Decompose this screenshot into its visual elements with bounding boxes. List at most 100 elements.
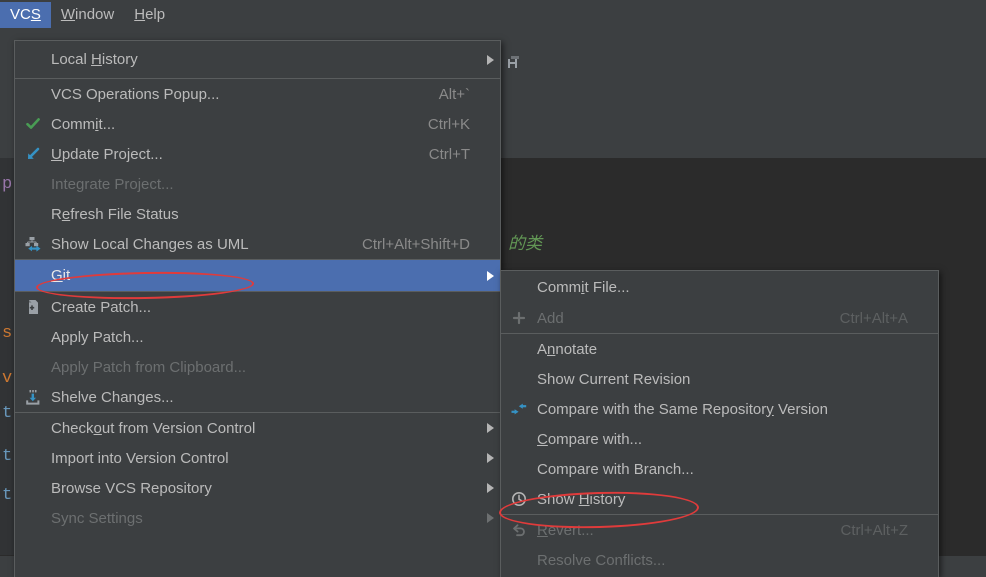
item-icon-slot [15,41,51,78]
menu-item-label: Add [537,309,564,327]
menu-item-commit[interactable]: Commit... Ctrl+K [15,109,500,139]
chevron-right-icon [480,270,500,281]
vcs-dropdown-menu[interactable]: Local History VCS Operations Popup... Al… [14,40,501,577]
menu-item-label: Show History [537,490,626,508]
chevron-right-icon [480,483,500,493]
menu-item-sync-settings: Sync Settings [15,503,500,533]
menubar-item-vcs[interactable]: VCS [0,2,51,28]
code-fragment: s [2,324,13,343]
menu-item-label: Show Current Revision [537,370,691,388]
item-icon-slot [15,322,51,352]
menu-item-accelerator: Ctrl+Alt+Z [840,521,908,539]
chevron-right-icon [480,423,500,433]
menu-item-git[interactable]: Git [15,260,500,291]
menu-item-label: Commit File... [537,278,630,296]
menu-item-accelerator: Ctrl+K [427,115,470,133]
menu-item-label: Commit... [51,115,116,133]
item-icon-slot [15,292,51,322]
menu-item-apply-patch[interactable]: Apply Patch... [15,322,500,352]
menu-item-local-history[interactable]: Local History [15,41,500,78]
menu-item-label: Compare with Branch... [537,460,694,478]
item-icon-slot [15,413,51,443]
menu-item-create-patch[interactable]: Create Patch... [15,292,500,322]
green-check-icon [26,118,40,129]
chevron-right-icon [480,453,500,463]
uml-diagram-icon [25,237,41,252]
menu-item-label: Refresh File Status [51,205,179,223]
menu-item-import-into-version-control[interactable]: Import into Version Control [15,443,500,473]
menu-item-label: Revert... [537,521,594,539]
clock-history-icon [512,492,526,506]
menu-item-shelve-changes[interactable]: Shelve Changes... [15,382,500,412]
item-icon-slot [15,79,51,109]
menu-item-label: Apply Patch from Clipboard... [51,358,247,376]
menubar-item-help[interactable]: Help [124,2,175,28]
menu-item-label: VCS Operations Popup... [51,85,220,103]
menu-item-vcs-operations-popup[interactable]: VCS Operations Popup... Alt+` [15,79,500,109]
menubar-item-window[interactable]: Window [51,2,124,28]
compare-repo-icon [511,403,527,415]
code-fragment: 的类 [508,236,542,255]
code-fragment: p [2,175,13,194]
submenu-item-show-history[interactable]: Show History [501,484,938,514]
submenu-item-resolve-conflicts: Resolve Conflicts... [501,545,938,575]
item-icon-slot [501,271,537,303]
chevron-right-icon [480,513,500,523]
item-icon-slot [15,473,51,503]
code-fragment: t [2,486,13,505]
menu-item-label: Local History [51,51,138,68]
git-submenu[interactable]: Commit File... Add Ctrl+Alt+A Annotate S… [500,270,939,577]
menu-item-refresh-file-status[interactable]: Refresh File Status [15,199,500,229]
editor-gutter [0,158,14,577]
item-icon-slot [501,303,537,333]
menu-item-browse-vcs-repository[interactable]: Browse VCS Repository [15,473,500,503]
item-icon-slot [15,382,51,412]
submenu-item-compare-with-branch[interactable]: Compare with Branch... [501,454,938,484]
menu-item-accelerator: Ctrl+Alt+Shift+D [362,235,470,253]
menu-bar: VCS Window Help [0,0,986,30]
chevron-right-icon [480,54,500,65]
menu-item-label: Resolve Conflicts... [537,551,666,569]
item-icon-slot [501,424,537,454]
menu-item-accelerator: Ctrl+T [428,145,470,163]
item-icon-slot [501,364,537,394]
menu-item-label: Git [51,267,71,284]
item-icon-slot [501,394,537,424]
code-fragment: v [2,369,13,388]
menu-item-accelerator: Ctrl+Alt+A [839,309,908,327]
ide-window: 的类 p s v t t t VCS Window Help Local His… [0,0,986,577]
menu-item-checkout-from-version-control[interactable]: Checkout from Version Control [15,413,500,443]
submenu-item-compare-with-same-repository-version[interactable]: Compare with the Same Repository Version [501,394,938,424]
item-icon-slot [501,484,537,514]
menu-item-integrate-project: Integrate Project... [15,169,500,199]
menu-item-label: Shelve Changes... [51,388,174,406]
submenu-item-compare-with[interactable]: Compare with... [501,424,938,454]
submenu-item-annotate[interactable]: Annotate [501,334,938,364]
blue-update-arrow-icon [28,147,40,159]
menu-item-label: Show Local Changes as UML [51,235,249,253]
menu-item-label: Annotate [537,340,598,358]
item-icon-slot [501,454,537,484]
item-icon-slot [501,515,537,545]
menu-item-label: Checkout from Version Control [51,419,256,437]
mnemonic-letter: S [30,6,41,23]
item-icon-slot [15,503,51,533]
shelve-changes-icon [26,390,40,405]
save-all-icon[interactable] [506,55,522,71]
menu-item-label: Browse VCS Repository [51,479,212,497]
menu-item-label: Apply Patch... [51,328,144,346]
item-icon-slot [15,260,51,291]
code-fragment: t [2,404,13,423]
submenu-item-commit-file[interactable]: Commit File... [501,271,938,303]
item-icon-slot [15,199,51,229]
plus-icon [512,311,526,325]
menu-item-label: Sync Settings [51,509,143,527]
menu-item-label: Compare with the Same Repository Version [537,400,828,418]
menu-item-update-project[interactable]: Update Project... Ctrl+T [15,139,500,169]
mnemonic-letter: H [134,6,146,23]
menu-item-show-local-changes-as-uml[interactable]: Show Local Changes as UML Ctrl+Alt+Shift… [15,229,500,259]
menu-item-accelerator: Alt+` [438,85,470,103]
item-icon-slot [15,139,51,169]
submenu-item-show-current-revision[interactable]: Show Current Revision [501,364,938,394]
menu-item-apply-patch-from-clipboard: Apply Patch from Clipboard... [15,352,500,382]
